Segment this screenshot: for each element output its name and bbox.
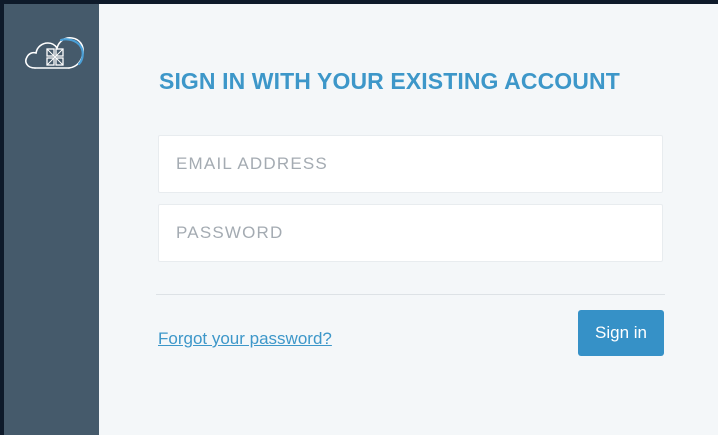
password-field[interactable] [158,204,663,262]
sign-in-button[interactable]: Sign in [578,310,664,356]
sidebar [4,4,99,435]
cloud-grid-logo-icon [25,37,84,69]
email-field[interactable] [158,135,663,193]
forgot-password-link[interactable]: Forgot your password? [158,329,332,349]
page-title: SIGN IN WITH YOUR EXISTING ACCOUNT [159,68,620,94]
login-window: SIGN IN WITH YOUR EXISTING ACCOUNT Forgo… [0,0,718,435]
divider [156,294,665,295]
signin-panel: SIGN IN WITH YOUR EXISTING ACCOUNT Forgo… [99,4,718,435]
